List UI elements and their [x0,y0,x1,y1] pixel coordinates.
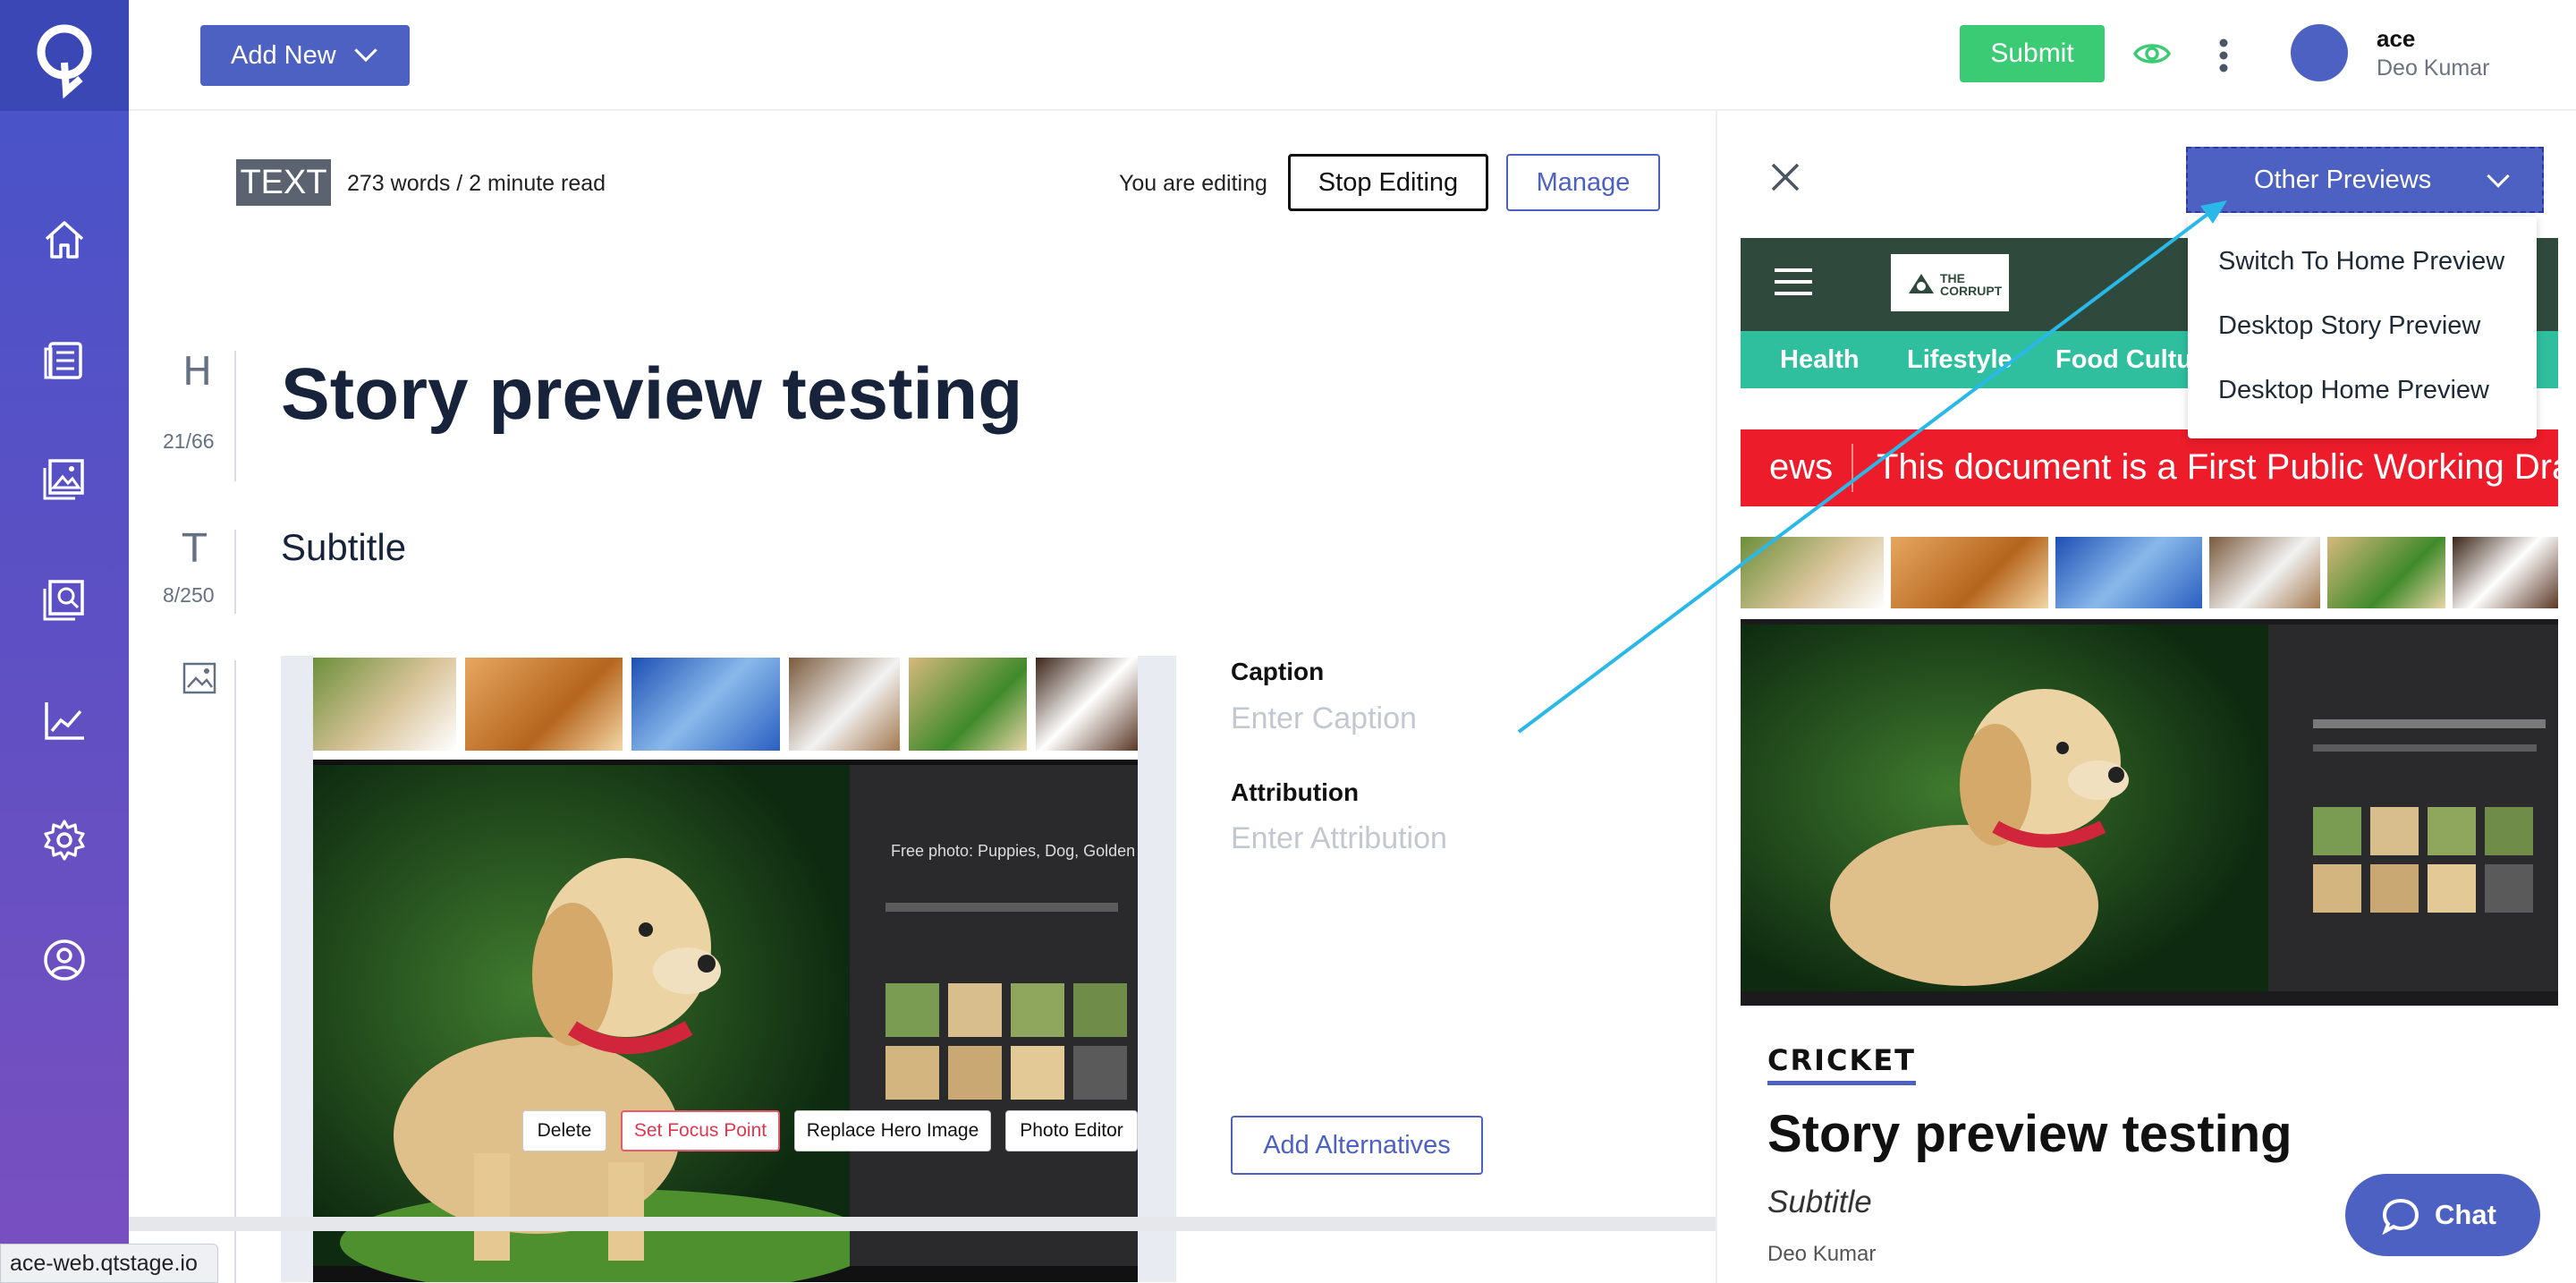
preview-hero-image [1741,619,2558,1006]
delete-image-button[interactable]: Delete [522,1110,606,1151]
chat-label: Chat [2435,1199,2496,1230]
chat-icon [2381,1197,2420,1236]
section-label[interactable]: CRICKET [1767,1043,1916,1085]
caption-label: Caption [1231,658,1325,685]
thumb-image [2055,537,2202,608]
thumb-image [789,658,900,751]
stories-icon[interactable] [41,336,88,383]
story-editor: TEXT 273 words / 2 minute read You are e… [129,111,1716,1283]
preview-title: Story preview testing [1767,1105,2292,1163]
attribution-input[interactable]: Enter Attribution [1231,821,1447,856]
subtitle-char-count: 8/250 [163,583,215,607]
menu-item-desktop-home-preview[interactable]: Desktop Home Preview [2218,376,2489,405]
set-focus-point-button[interactable]: Set Focus Point [621,1110,780,1151]
add-alternatives-button[interactable]: Add Alternatives [1231,1116,1483,1175]
close-icon[interactable] [1767,159,1803,195]
thumb-image [909,658,1027,751]
story-subtitle[interactable]: Subtitle [281,526,406,569]
chat-button[interactable]: Chat [2345,1174,2540,1256]
thumb-image [2327,537,2445,608]
thumb-image [1741,537,1884,608]
thumb-image [1891,537,2048,608]
gutter-divider [234,660,236,1283]
caption-input[interactable]: Enter Caption [1231,701,1417,736]
sidebar: Q [0,0,129,1283]
thumb-image [465,658,623,751]
thumb-image [1036,658,1138,751]
media-icon[interactable] [41,455,88,502]
thumb-image [631,658,780,751]
logo[interactable]: Q [0,0,129,111]
preview-author: Deo Kumar [1767,1242,1877,1266]
ticker-divider [1852,444,1853,492]
hero-image[interactable]: Free photo: Puppies, Dog, Golden Retr [313,656,1138,1282]
user-handle: ace [2377,25,2416,52]
text-icon: T [182,526,207,572]
hamburger-menu-icon[interactable] [1775,267,1812,297]
chevron-down-icon [2487,165,2510,188]
hero-image-container[interactable]: Free photo: Puppies, Dog, Golden Retr [281,656,1176,1282]
image-search-icon[interactable] [41,576,88,623]
profile-icon[interactable] [41,937,88,983]
gutter-divider [234,530,236,614]
menu-item-desktop-story-preview[interactable]: Desktop Story Preview [2218,311,2480,341]
heading-icon: H [182,349,213,395]
site-logo[interactable]: THE CORRUPT [1891,254,2009,311]
title-char-count: 21/66 [163,429,215,453]
add-new-label: Add New [231,40,336,70]
ticker-label: ews [1769,447,1834,487]
top-bar: Add New Submit ace Deo Kumar [129,0,2576,111]
thumb-image [2453,537,2558,608]
more-options-icon[interactable] [2218,36,2229,75]
home-icon[interactable] [41,216,88,262]
horizontal-scrollbar[interactable] [129,1217,1716,1231]
status-url: ace-web.qtstage.io [0,1244,218,1283]
menu-item-switch-home-preview[interactable]: Switch To Home Preview [2218,247,2504,276]
thumb-image [2209,537,2320,608]
story-type-badge: TEXT [236,159,331,206]
replace-hero-image-button[interactable]: Replace Hero Image [794,1110,991,1151]
site-logo-text: THE CORRUPT [1940,271,2003,298]
add-new-button[interactable]: Add New [200,25,410,86]
manage-button[interactable]: Manage [1506,154,1660,211]
settings-icon[interactable] [41,817,88,863]
gutter-divider [234,351,236,481]
preview-thumbnail-strip [1741,537,2558,608]
analytics-icon[interactable] [41,697,88,743]
preview-options-menu: Switch To Home Preview Desktop Story Pre… [2188,217,2537,438]
attribution-label: Attribution [1231,778,1360,806]
breaking-news-ticker: ews This document is a First Public Work… [1741,429,2558,506]
image-icon [182,662,216,694]
logo-letter: Q [64,58,65,60]
ticker-text: This document is a First Public Working … [1877,447,2558,487]
preview-eye-icon[interactable] [2132,36,2172,72]
preview-subtitle: Subtitle [1767,1185,1872,1219]
other-previews-dropdown[interactable]: Other Previews [2186,147,2544,213]
user-name: Deo Kumar [2377,55,2490,81]
chevron-down-icon [353,38,377,63]
word-count: 273 words / 2 minute read [347,171,606,196]
avatar[interactable] [2291,24,2348,81]
photo-editor-button[interactable]: Photo Editor [1005,1110,1138,1151]
puppy-photo: Free photo: Puppies, Dog, Golden Retr [313,760,1138,1282]
stop-editing-button[interactable]: Stop Editing [1288,154,1488,211]
submit-button[interactable]: Submit [1960,25,2105,82]
story-title[interactable]: Story preview testing [281,353,1022,437]
nav-item[interactable]: Lifestyle [1907,345,2012,375]
editing-status: You are editing [1119,171,1267,196]
nav-item[interactable]: Food Cultu [2055,345,2192,375]
thumb-image [313,658,456,751]
hero-image-text: Free photo: Puppies, Dog, Golden Retr [891,842,1138,860]
other-previews-label: Other Previews [2254,165,2432,194]
nav-item[interactable]: Health [1780,345,1860,375]
preview-panel: Other Previews THE CORRUPT Health Lifest… [1716,111,2576,1283]
